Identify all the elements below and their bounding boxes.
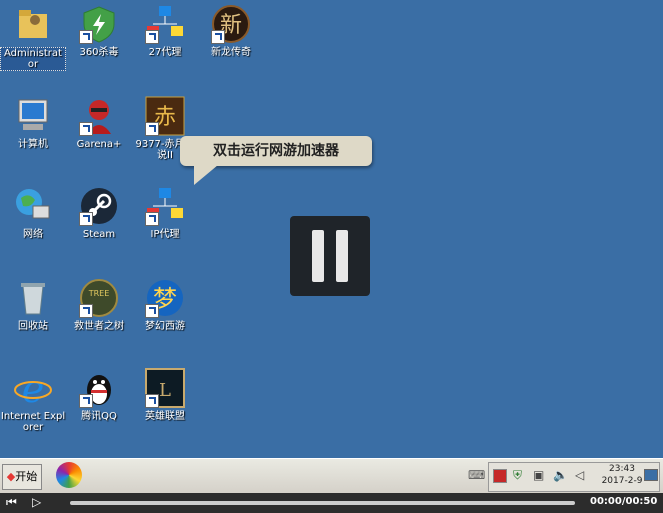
shortcut-arrow-icon — [79, 304, 93, 318]
proxy-network-icon — [145, 186, 185, 226]
icon-label: 计算机 — [18, 139, 48, 150]
shortcut-arrow-icon — [79, 30, 93, 44]
clock-time: 23:43 — [609, 464, 635, 474]
desktop-icon-tree-of-savior[interactable]: TREE 救世者之树 — [66, 278, 132, 332]
icon-label: 英雄联盟 — [145, 411, 185, 422]
desktop-icon-ip-proxy[interactable]: IP代理 — [132, 186, 198, 240]
color-ball-icon[interactable] — [56, 462, 82, 488]
start-button[interactable]: ◆开始 — [2, 464, 42, 490]
clock[interactable]: 23:43 2017-2-9 — [596, 463, 648, 487]
shortcut-arrow-icon — [79, 394, 93, 408]
tray-app-icon[interactable] — [493, 469, 507, 483]
proxy-network-icon — [145, 4, 185, 44]
shortcut-arrow-icon — [145, 122, 159, 136]
network-icon — [13, 186, 53, 226]
desktop-icon-garena[interactable]: Garena+ — [66, 96, 132, 150]
shortcut-arrow-icon — [145, 212, 159, 226]
icon-label: 梦幻西游 — [145, 321, 185, 332]
pause-overlay[interactable] — [290, 216, 370, 296]
icon-label: 救世者之树 — [74, 321, 124, 332]
keyboard-icon[interactable]: ⌨ — [468, 468, 485, 482]
folder-icon — [13, 4, 53, 44]
svg-text:e: e — [22, 368, 45, 408]
tree-of-savior-icon: TREE — [79, 278, 119, 318]
svg-text:TREE: TREE — [88, 289, 110, 298]
garena-icon — [79, 96, 119, 136]
computer-icon — [13, 96, 53, 136]
desktop-icon-steam[interactable]: Steam — [66, 186, 132, 240]
tray-speaker-icon[interactable]: 🔈 — [553, 468, 568, 482]
icon-label: Garena+ — [76, 139, 122, 150]
icon-label: 360杀毒 — [79, 47, 119, 58]
menghuan-icon: 梦 — [145, 278, 185, 318]
icon-label: 回收站 — [18, 321, 48, 332]
pause-bar-right — [336, 230, 348, 282]
steam-icon — [79, 186, 119, 226]
desktop-icon-xinlong[interactable]: 新 新龙传奇 — [198, 4, 264, 58]
icon-label: Steam — [82, 229, 116, 240]
windows-logo-icon: ◆ — [6, 470, 16, 483]
league-of-legends-icon: L — [145, 368, 185, 408]
shortcut-arrow-icon — [79, 212, 93, 226]
desktop-icon-network[interactable]: 网络 — [0, 186, 66, 240]
skip-back-icon[interactable]: ⏮ — [6, 495, 17, 510]
desktop: Administrator 计算机 网络 回收站 e Internet Expl… — [0, 0, 663, 458]
tray-shield-icon[interactable]: ⛨ — [513, 468, 522, 483]
clock-date: 2017-2-9 — [601, 476, 643, 486]
pause-bar-left — [312, 230, 324, 282]
video-player-bar: ⏮ ▷ 00:00/00:50 — [0, 493, 663, 513]
taskbar: ◆开始 ⌨ ⛨ ▣ 🔈 ◁ 23:43 2017-2-9 — [0, 458, 663, 494]
shortcut-arrow-icon — [145, 394, 159, 408]
icon-label: 腾讯QQ — [81, 411, 117, 422]
shortcut-arrow-icon — [79, 122, 93, 136]
tooltip-callout: 双击运行网游加速器 — [180, 136, 372, 185]
desktop-icon-computer[interactable]: 计算机 — [0, 96, 66, 150]
qq-penguin-icon — [79, 368, 119, 408]
shield-icon — [79, 4, 119, 44]
desktop-icon-administrator[interactable]: Administrator — [0, 4, 66, 71]
start-label: 开始 — [15, 470, 38, 483]
volume-icon[interactable]: ◁ — [575, 468, 584, 482]
svg-text:L: L — [159, 380, 171, 401]
desktop-icon-menghuan[interactable]: 梦 梦幻西游 — [132, 278, 198, 332]
desktop-icon-recycle-bin[interactable]: 回收站 — [0, 278, 66, 332]
internet-explorer-icon: e — [13, 367, 53, 411]
desktop-icon-lol[interactable]: L 英雄联盟 — [132, 368, 198, 422]
progress-track[interactable] — [70, 501, 575, 505]
icon-label: 网络 — [23, 229, 43, 240]
shortcut-arrow-icon — [145, 304, 159, 318]
desktop-icon-27-proxy[interactable]: 27代理 — [132, 4, 198, 58]
desktop-icon-360[interactable]: 360杀毒 — [66, 4, 132, 58]
shortcut-arrow-icon — [211, 30, 225, 44]
icon-label: IP代理 — [150, 229, 180, 240]
desktop-icon-internet-explorer[interactable]: e Internet Explorer — [0, 367, 66, 433]
recycle-bin-icon — [13, 278, 53, 318]
shortcut-arrow-icon — [145, 30, 159, 44]
icon-label: 27代理 — [148, 47, 182, 58]
icon-label: Internet Explorer — [0, 411, 66, 433]
icon-label: 新龙传奇 — [211, 47, 251, 58]
tray-network-icon[interactable]: ▣ — [533, 468, 544, 482]
show-desktop-icon[interactable] — [644, 469, 658, 481]
icon-label: Administrator — [0, 47, 66, 71]
playback-time: 00:00/00:50 — [590, 496, 658, 507]
desktop-icon-qq[interactable]: 腾讯QQ — [66, 368, 132, 422]
xinlong-icon: 新 — [211, 4, 251, 44]
game-9377-icon: 赤 — [145, 96, 185, 136]
play-icon[interactable]: ▷ — [32, 495, 41, 509]
